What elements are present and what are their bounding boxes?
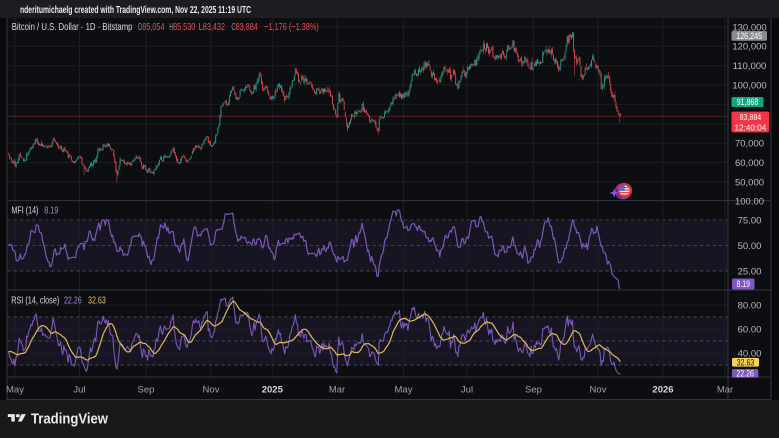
svg-text:60,000: 60,000: [735, 158, 764, 169]
svg-text:120,000: 120,000: [732, 42, 766, 53]
svg-text:Jul: Jul: [461, 385, 473, 396]
svg-text:2025: 2025: [262, 385, 284, 396]
svg-text:83,432: 83,432: [203, 21, 225, 33]
svg-text:32.63: 32.63: [88, 296, 106, 307]
svg-text:60.00: 60.00: [738, 324, 762, 335]
svg-text:Mar: Mar: [329, 385, 345, 396]
svg-text:85,530: 85,530: [173, 21, 195, 33]
svg-text:22.26: 22.26: [64, 296, 82, 307]
svg-text:Mar: Mar: [717, 385, 733, 396]
svg-text:70,000: 70,000: [735, 139, 764, 150]
svg-text:80.00: 80.00: [738, 300, 762, 311]
svg-text:Sep: Sep: [525, 385, 542, 396]
svg-text:83,884: 83,884: [236, 21, 258, 33]
svg-text:100.00: 100.00: [735, 196, 764, 207]
svg-text:Sep: Sep: [138, 385, 155, 396]
svg-text:75.00: 75.00: [738, 215, 762, 226]
svg-text:85,054: 85,054: [142, 21, 164, 33]
svg-text:2026: 2026: [652, 385, 673, 396]
svg-text:RSI (14, close): RSI (14, close): [11, 296, 59, 307]
svg-text:8.19: 8.19: [44, 206, 59, 217]
svg-text:100,000: 100,000: [732, 80, 766, 91]
svg-text:25.00: 25.00: [738, 266, 762, 277]
svg-text:91,868: 91,868: [737, 97, 759, 107]
svg-text:May: May: [395, 385, 413, 396]
svg-text:TradingView: TradingView: [31, 410, 108, 427]
svg-text:8.19: 8.19: [736, 279, 750, 289]
svg-text:50,000: 50,000: [735, 177, 764, 188]
svg-text:Bitcoin / U.S. Dollar · 1D · B: Bitcoin / U.S. Dollar · 1D · Bitstamp: [12, 21, 133, 33]
svg-text:MFI (14): MFI (14): [12, 206, 39, 217]
svg-text:−1,176 (−1.38%): −1,176 (−1.38%): [264, 21, 319, 33]
svg-text:32.63: 32.63: [737, 357, 755, 367]
svg-text:22.26: 22.26: [736, 368, 754, 378]
svg-text:nderitumichaelg created with T: nderitumichaelg created with TradingView…: [20, 4, 251, 16]
svg-text:110,000: 110,000: [733, 61, 767, 72]
svg-text:Nov: Nov: [590, 385, 607, 396]
svg-text:126,245: 126,245: [736, 31, 762, 41]
svg-text:83,884: 83,884: [740, 112, 762, 122]
svg-text:50.00: 50.00: [738, 241, 762, 252]
svg-text:May: May: [6, 385, 24, 396]
svg-text:12:40:04: 12:40:04: [735, 122, 767, 132]
svg-text:Jul: Jul: [73, 385, 85, 396]
svg-text:Nov: Nov: [203, 385, 220, 396]
